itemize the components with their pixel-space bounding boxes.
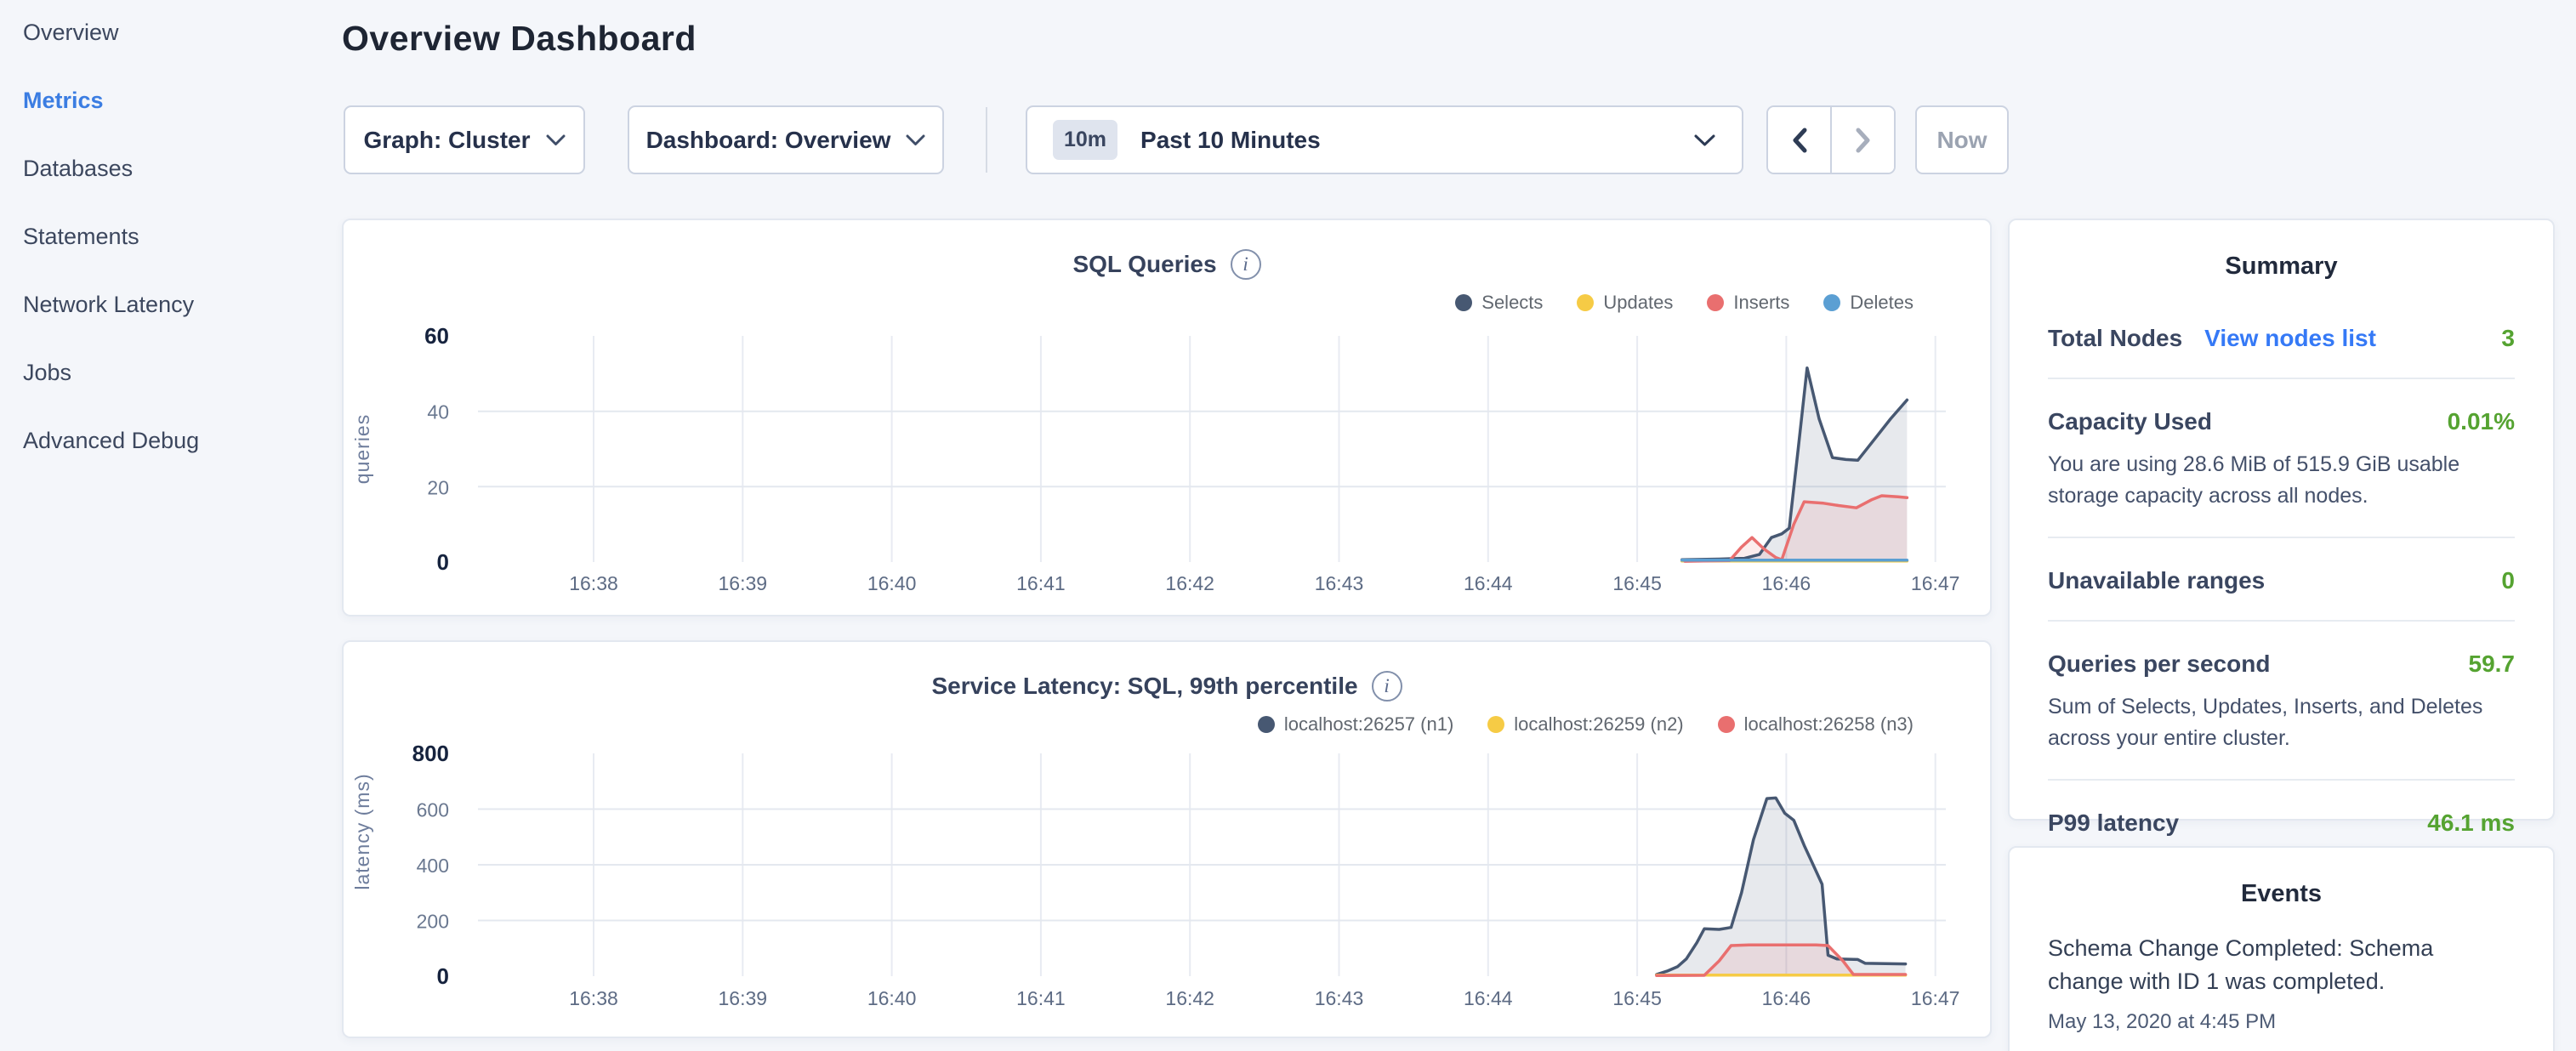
events-panel: Events Schema Change Completed: Schema c…	[2008, 846, 2555, 1051]
svg-text:16:47: 16:47	[1911, 572, 1960, 594]
time-range-selector[interactable]: 10m Past 10 Minutes	[1026, 105, 1743, 174]
total-nodes-label: Total Nodes	[2048, 325, 2182, 352]
svg-text:200: 200	[417, 911, 449, 933]
svg-text:16:40: 16:40	[867, 987, 917, 1009]
service-latency-chart-card: Service Latency: SQL, 99th percentile i …	[342, 640, 1992, 1038]
svg-text:16:46: 16:46	[1762, 572, 1811, 594]
svg-text:16:42: 16:42	[1165, 572, 1214, 594]
summary-row-total-nodes: Total Nodes View nodes list 3	[2048, 296, 2515, 379]
sidebar-item-advanced-debug[interactable]: Advanced Debug	[23, 424, 199, 457]
capacity-used-description: You are using 28.6 MiB of 515.9 GiB usab…	[2048, 449, 2515, 511]
svg-text:16:43: 16:43	[1315, 572, 1364, 594]
time-range-badge: 10m	[1053, 120, 1117, 160]
previous-timeframe-button[interactable]	[1768, 107, 1830, 173]
sql-queries-chart-card: SQL Queries i SelectsUpdatesInsertsDelet…	[342, 219, 1992, 616]
p99-latency-label: P99 latency	[2048, 810, 2179, 837]
time-step-buttons	[1766, 105, 1896, 174]
svg-text:16:41: 16:41	[1016, 572, 1066, 594]
svg-text:16:47: 16:47	[1911, 987, 1960, 1009]
svg-text:16:40: 16:40	[867, 572, 917, 594]
summary-title: Summary	[2010, 220, 2553, 281]
sidebar-item-databases[interactable]: Databases	[23, 152, 133, 185]
svg-text:400: 400	[417, 855, 449, 877]
page-title: Overview Dashboard	[342, 19, 697, 59]
service-latency-chart[interactable]: 16:38 16:39 16:40 16:41 16:42 16:43 16:44 16:45…	[344, 642, 1993, 1040]
svg-text:16:41: 16:41	[1016, 987, 1066, 1009]
qps-description: Sum of Selects, Updates, Inserts, and De…	[2048, 691, 2515, 753]
summary-row-unavailable-ranges: Unavailable ranges 0	[2048, 538, 2515, 622]
view-nodes-list-link[interactable]: View nodes list	[2204, 325, 2376, 352]
sidebar-item-statements[interactable]: Statements	[23, 220, 139, 253]
chevron-down-icon	[906, 134, 925, 146]
unavailable-ranges-value: 0	[2501, 567, 2515, 594]
svg-text:60: 60	[424, 323, 449, 349]
svg-text:20: 20	[427, 476, 449, 498]
svg-text:800: 800	[412, 741, 449, 766]
qps-label: Queries per second	[2048, 650, 2270, 678]
svg-text:16:44: 16:44	[1464, 572, 1513, 594]
event-timestamp: May 13, 2020 at 4:45 PM	[2048, 1010, 2515, 1034]
svg-text:40: 40	[427, 401, 449, 423]
svg-text:16:46: 16:46	[1762, 987, 1811, 1009]
svg-text:16:42: 16:42	[1165, 987, 1214, 1009]
svg-text:16:43: 16:43	[1315, 987, 1364, 1009]
capacity-used-value: 0.01%	[2448, 408, 2515, 435]
svg-text:16:45: 16:45	[1612, 987, 1662, 1009]
sidebar-item-metrics[interactable]: Metrics	[23, 84, 104, 116]
graph-dropdown[interactable]: Graph: Cluster	[344, 105, 585, 174]
svg-text:0: 0	[437, 549, 449, 575]
sidebar: Overview Metrics Databases Statements Ne…	[0, 0, 342, 1051]
event-message: Schema Change Completed: Schema change w…	[2048, 932, 2515, 998]
p99-latency-value: 46.1 ms	[2427, 810, 2515, 837]
events-title: Events	[2010, 848, 2553, 908]
sidebar-item-network-latency[interactable]: Network Latency	[23, 288, 194, 321]
now-button[interactable]: Now	[1915, 105, 2009, 174]
toolbar-divider	[986, 107, 987, 173]
sql-queries-chart[interactable]: 16:38 16:39 16:40 16:41 16:42 16:43 16:44 16:45…	[344, 220, 1993, 618]
unavailable-ranges-label: Unavailable ranges	[2048, 567, 2265, 594]
svg-text:16:39: 16:39	[719, 987, 768, 1009]
time-range-label: Past 10 Minutes	[1140, 127, 1321, 154]
sidebar-item-overview[interactable]: Overview	[23, 16, 119, 48]
svg-text:16:45: 16:45	[1612, 572, 1662, 594]
summary-panel: Summary Total Nodes View nodes list 3 Ca…	[2008, 219, 2555, 821]
chevron-down-icon	[1693, 134, 1716, 147]
svg-text:queries: queries	[351, 414, 373, 484]
next-timeframe-button[interactable]	[1830, 107, 1894, 173]
svg-text:16:38: 16:38	[569, 572, 618, 594]
summary-row-qps: Queries per second 59.7 Sum of Selects, …	[2048, 622, 2515, 781]
svg-text:16:38: 16:38	[569, 987, 618, 1009]
capacity-used-label: Capacity Used	[2048, 408, 2212, 435]
qps-value: 59.7	[2469, 650, 2516, 678]
svg-text:600: 600	[417, 799, 449, 821]
dashboard-dropdown[interactable]: Dashboard: Overview	[628, 105, 944, 174]
svg-text:0: 0	[437, 963, 449, 989]
svg-text:16:39: 16:39	[719, 572, 768, 594]
svg-text:16:44: 16:44	[1464, 987, 1513, 1009]
svg-text:latency (ms): latency (ms)	[351, 773, 373, 889]
dashboard-dropdown-label: Dashboard: Overview	[646, 127, 891, 154]
summary-row-capacity: Capacity Used 0.01% You are using 28.6 M…	[2048, 379, 2515, 538]
chevron-down-icon	[546, 134, 566, 146]
graph-dropdown-label: Graph: Cluster	[363, 127, 530, 154]
total-nodes-value: 3	[2501, 325, 2515, 352]
sidebar-item-jobs[interactable]: Jobs	[23, 356, 71, 389]
event-list-item[interactable]: Schema Change Completed: Schema change w…	[2048, 932, 2515, 1034]
